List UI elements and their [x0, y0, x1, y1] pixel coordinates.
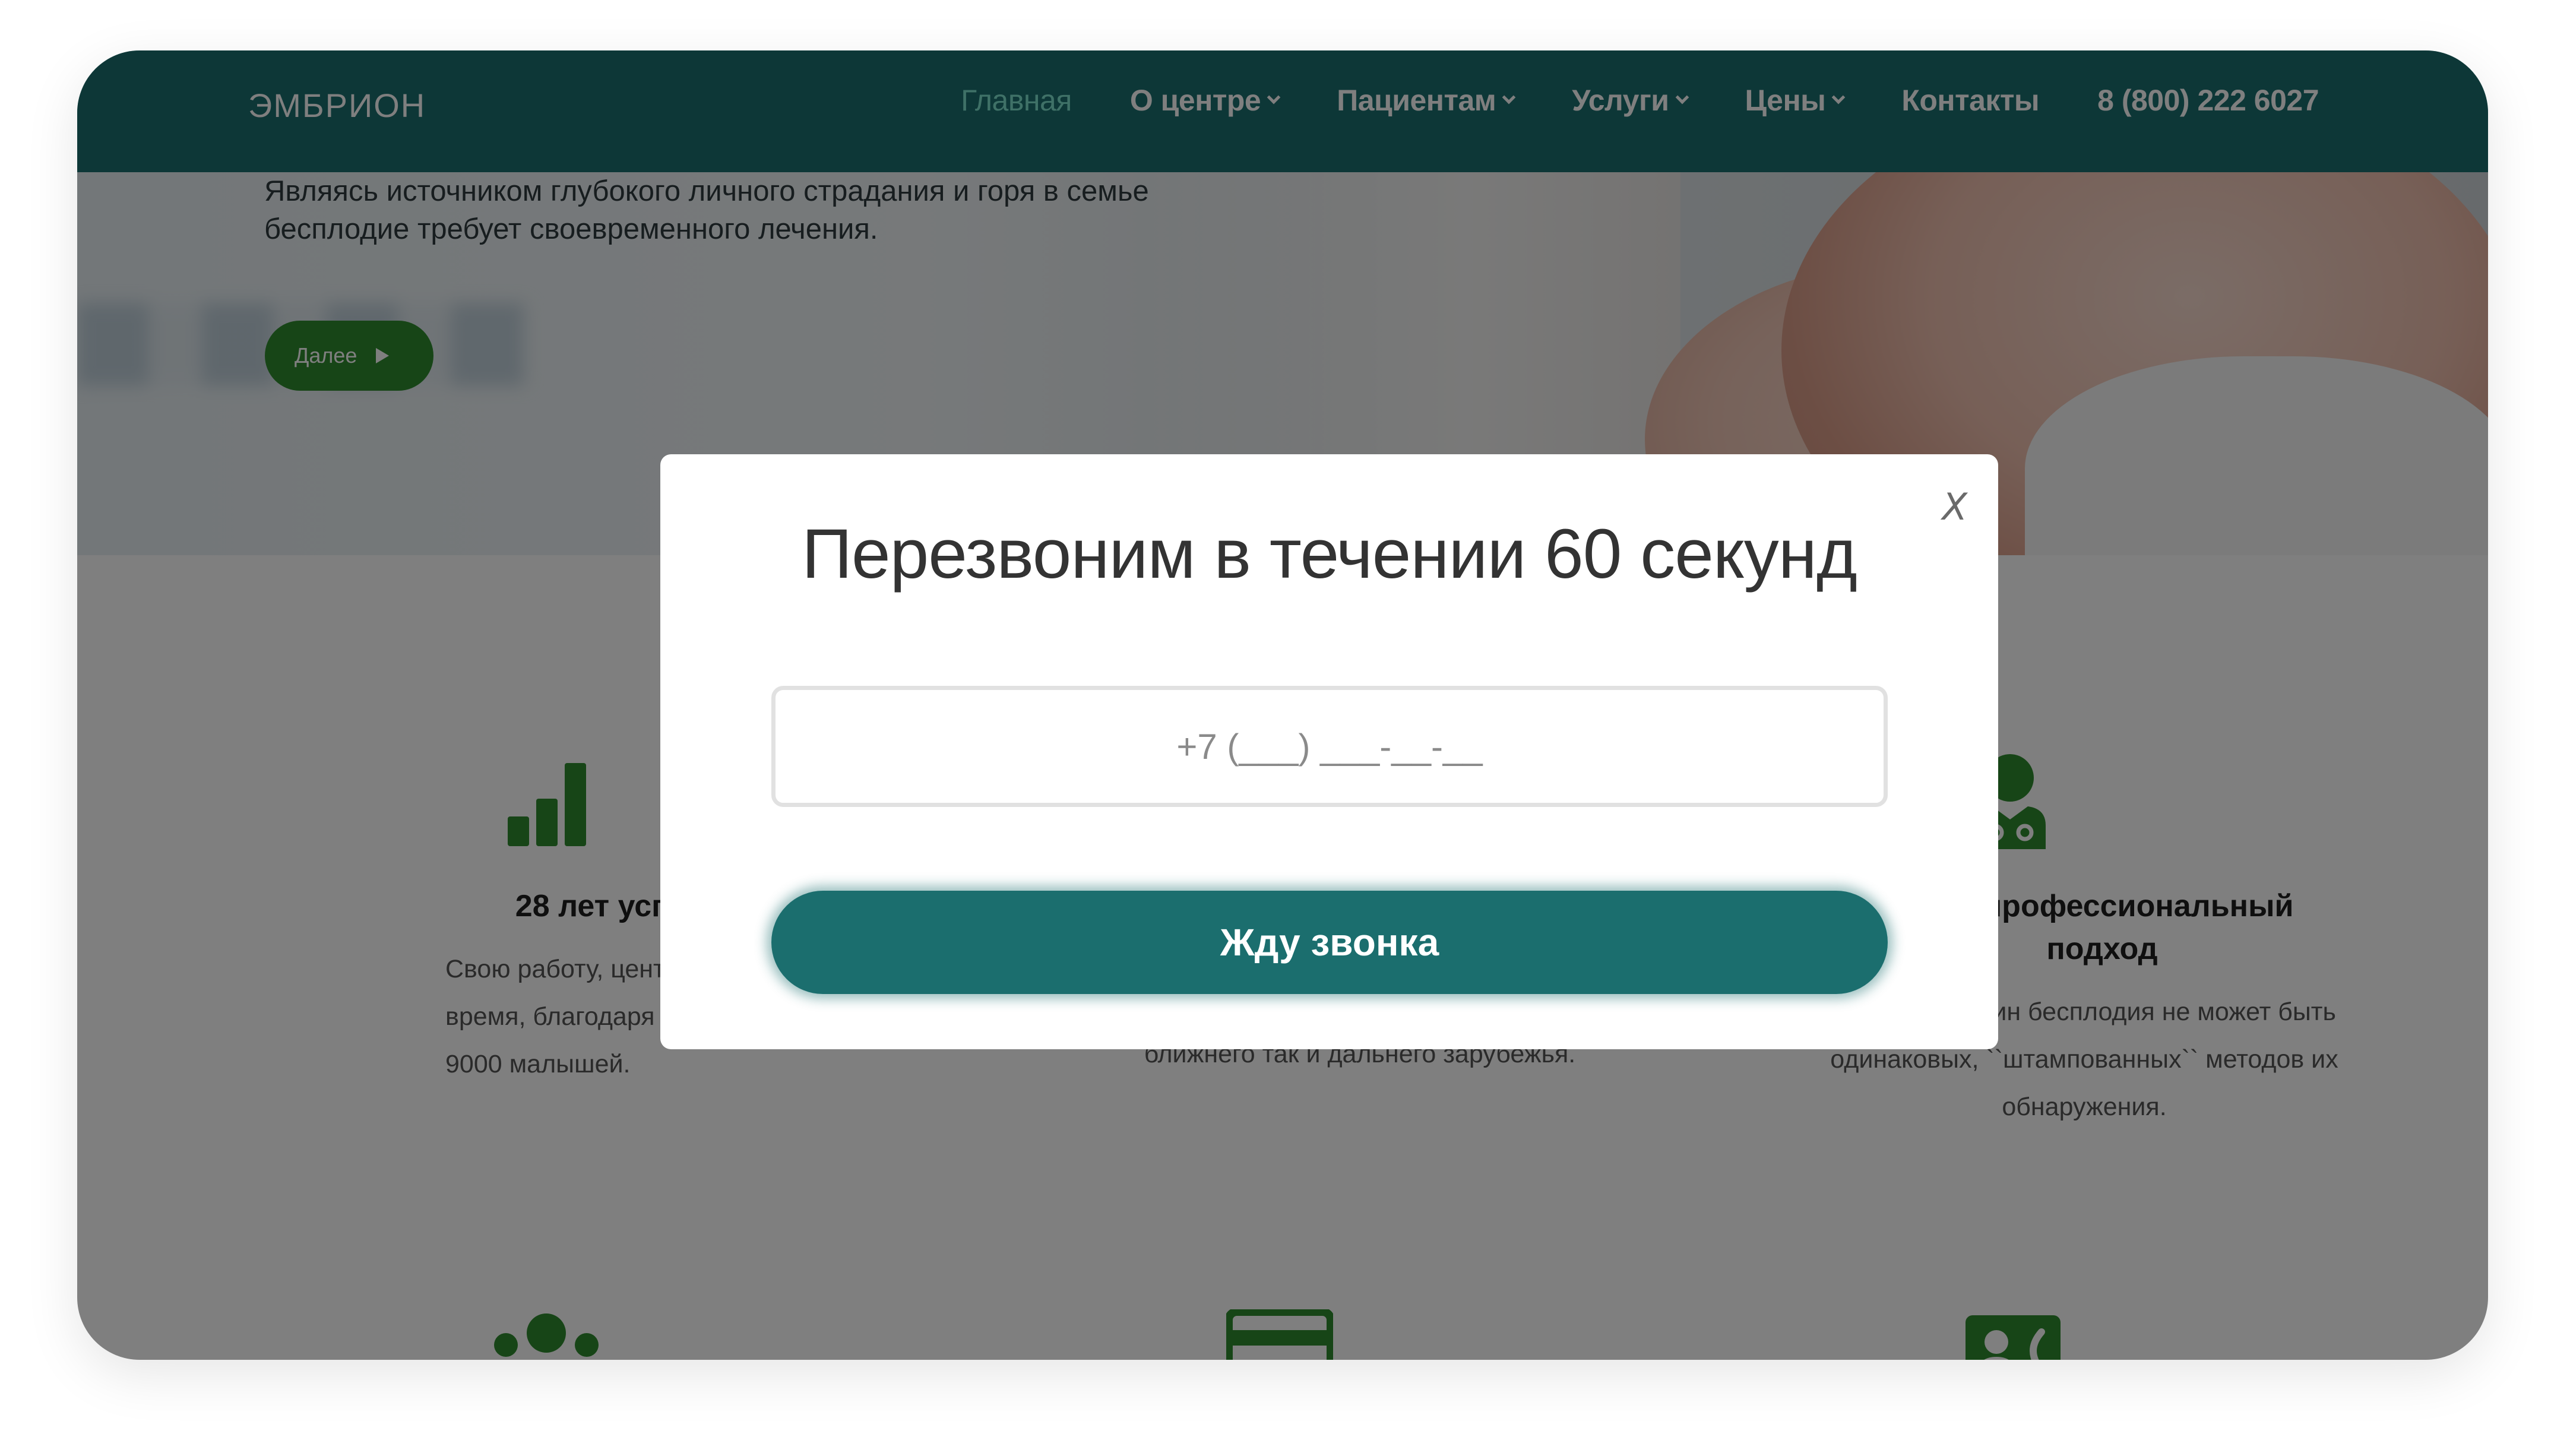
phone-input[interactable] — [771, 686, 1888, 807]
callback-modal: X Перезвоним в течении 60 секунд Жду зво… — [660, 454, 1998, 1049]
submit-callback-button[interactable]: Жду звонка — [771, 891, 1888, 994]
modal-title: Перезвоним в течении 60 секунд — [802, 515, 1857, 593]
browser-page: ЭМБРИОН Главная О центре Пациентам Услуг… — [77, 50, 2488, 1360]
submit-label: Жду звонка — [1220, 921, 1439, 964]
